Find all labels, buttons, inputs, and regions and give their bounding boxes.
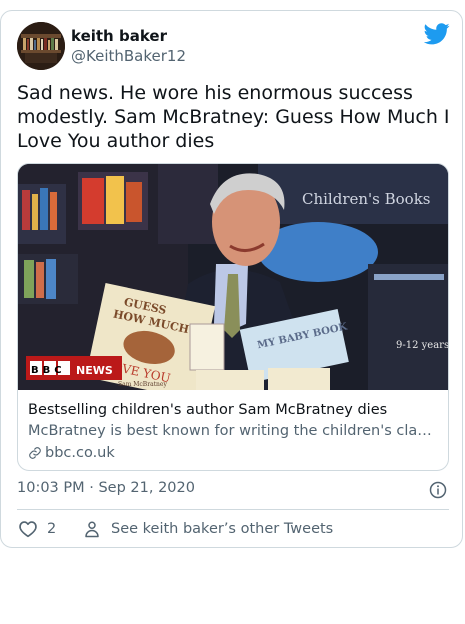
heart-icon [19,521,37,538]
twitter-bird-icon[interactable] [424,23,450,45]
link-icon [29,447,41,459]
store-sign: Children's Books [302,190,431,208]
card-domain-text: bbc.co.uk [45,445,115,461]
card-domain[interactable]: bbc.co.uk [28,445,115,461]
bbc-logo-text: BBC [31,365,66,376]
tweet-text: Sad news. He wore his enormous success m… [17,82,450,152]
info-icon[interactable] [429,481,447,499]
card-title[interactable]: Bestselling children's author Sam McBrat… [28,402,387,418]
bookshelf-avatar-icon [17,22,65,70]
divider [17,509,449,510]
author-handle[interactable]: @KeithBaker12 [71,47,186,65]
person-icon [85,521,99,538]
book-author: Sam McBratney [118,381,167,388]
author-name[interactable]: keith baker [71,27,167,45]
other-tweets-link[interactable]: See keith baker’s other Tweets [83,520,333,538]
article-photo: Children's Books 9-12 years GUESS HOW MU… [18,164,449,390]
news-logo-text: NEWS [76,364,113,377]
author-avatar[interactable] [17,22,65,70]
like-count: 2 [47,521,57,537]
embedded-tweet[interactable]: keith baker @KeithBaker12 Sad news. He w… [0,10,463,548]
like-button[interactable]: 2 [18,520,56,538]
tweet-timestamp[interactable]: 10:03 PM · Sep 21, 2020 [17,480,195,496]
link-card[interactable]: Children's Books 9-12 years GUESS HOW MU… [17,163,449,471]
card-description: McBratney is best known for writing the … [28,423,438,439]
shelf-label: 9-12 years [396,340,449,351]
other-tweets-text: See keith baker’s other Tweets [111,521,334,537]
